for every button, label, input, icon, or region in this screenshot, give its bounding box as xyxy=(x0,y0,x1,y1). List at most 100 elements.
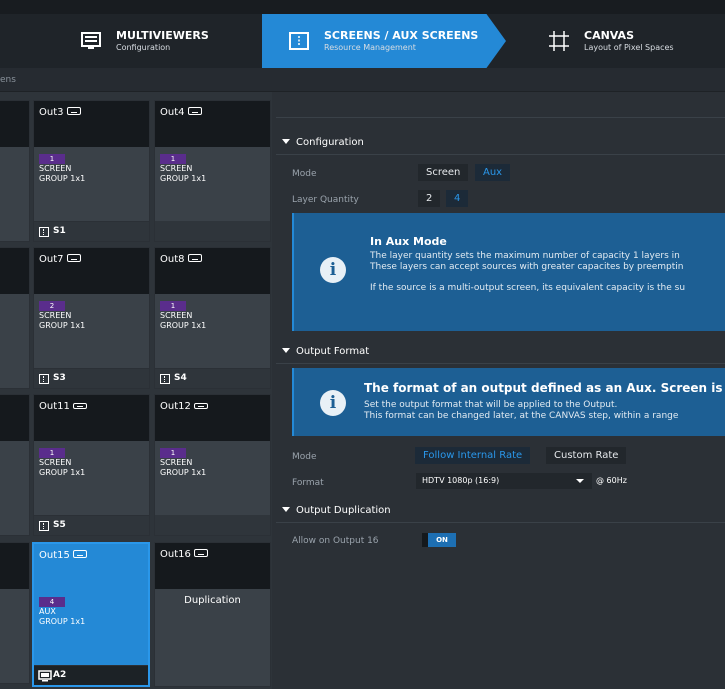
output-name: Out12 xyxy=(160,401,208,412)
layer-count-badge: 1 xyxy=(160,448,186,458)
info-icon: i xyxy=(320,257,346,283)
monitor-icon xyxy=(193,549,208,557)
aux-label: A2 xyxy=(53,670,67,680)
output-tile-partial[interactable] xyxy=(0,394,30,536)
tile-head xyxy=(0,101,29,147)
output-tile-out12[interactable]: Out12 1 SCREEN GROUP 1x1 xyxy=(154,394,271,536)
tile-head: Out12 xyxy=(155,395,270,441)
output-tile-out4[interactable]: Out4 1 SCREEN GROUP 1x1 xyxy=(154,100,271,242)
monitor-icon xyxy=(193,403,208,409)
output-tile-out7[interactable]: Out7 2 SCREEN GROUP 1x1 S3 xyxy=(33,247,150,389)
caret-down-icon xyxy=(282,139,290,144)
layer-count-badge: 1 xyxy=(160,154,186,164)
panel-topbar xyxy=(276,98,725,118)
divider xyxy=(276,363,725,364)
output-name: Out15 xyxy=(39,550,87,561)
nav-multiviewers[interactable]: MULTIVIEWERS Configuration xyxy=(80,14,260,68)
tile-footer xyxy=(155,515,270,535)
tile-kind: SCREEN GROUP 1x1 xyxy=(160,164,207,183)
output-name: Out16 xyxy=(160,549,208,560)
output-tile-out8[interactable]: Out8 1 SCREEN GROUP 1x1 S4 xyxy=(154,247,271,389)
config-panel: Configuration Mode Screen Aux Layer Quan… xyxy=(272,92,725,689)
caret-down-icon xyxy=(282,348,290,353)
divider xyxy=(276,522,725,523)
allow-duplication-toggle[interactable]: ON xyxy=(422,533,456,547)
output-name: Out4 xyxy=(160,107,202,118)
layer-quantity-2-option[interactable]: 2 xyxy=(418,190,441,207)
tile-kind: SCREEN GROUP 1x1 xyxy=(160,311,207,330)
aux-monitor-icon xyxy=(38,670,52,682)
monitor-icon xyxy=(187,254,202,262)
output-mode-label: Mode xyxy=(292,452,317,462)
layer-count-badge: 1 xyxy=(160,301,186,311)
mode-label: Mode xyxy=(292,169,317,179)
tile-footer: S4 xyxy=(155,368,270,388)
info-icon: i xyxy=(320,390,346,416)
output-tile-out3[interactable]: Out3 1 SCREEN GROUP 1x1 S1 xyxy=(33,100,150,242)
output-name: Out11 xyxy=(39,401,87,412)
allow-duplication-label: Allow on Output 16 xyxy=(292,536,379,546)
output-tile-out16[interactable]: Out16 Duplication xyxy=(154,542,271,687)
monitor-icon xyxy=(66,254,81,262)
screen-icon xyxy=(160,374,170,384)
tile-footer: S5 xyxy=(34,515,149,535)
breadcrumb: ens xyxy=(0,68,725,92)
tile-head xyxy=(0,248,29,294)
monitor-icon xyxy=(81,32,101,49)
section-configuration[interactable]: Configuration xyxy=(282,137,364,148)
info-title: In Aux Mode xyxy=(370,235,447,248)
nav-screens-title: SCREENS / AUX SCREENS xyxy=(324,28,479,42)
tile-kind: SCREEN GROUP 1x1 xyxy=(39,311,86,330)
screen-label: S4 xyxy=(174,373,187,383)
top-strip xyxy=(0,0,725,14)
info-text: These layers can accept sources with gre… xyxy=(370,262,684,272)
layer-count-badge: 1 xyxy=(39,154,65,164)
output-name: Out3 xyxy=(39,107,81,118)
output-tile-partial[interactable] xyxy=(0,247,30,389)
nav-canvas-title: CANVAS xyxy=(584,28,634,42)
tile-footer: S3 xyxy=(34,368,149,388)
tile-footer: A2 xyxy=(34,665,148,685)
layer-quantity-label: Layer Quantity xyxy=(292,195,359,205)
tile-head: Out4 xyxy=(155,101,270,147)
follow-internal-rate-option[interactable]: Follow Internal Rate xyxy=(415,447,531,464)
mode-screen-option[interactable]: Screen xyxy=(418,164,469,181)
monitor-icon xyxy=(187,107,202,115)
format-label: Format xyxy=(292,478,324,488)
nav-screens-subtitle: Resource Management xyxy=(324,42,416,52)
screen-icon xyxy=(39,227,49,237)
output-tile-partial[interactable] xyxy=(0,100,30,242)
tile-head xyxy=(0,395,29,441)
output-tile-partial[interactable] xyxy=(0,542,30,684)
layer-quantity-4-option[interactable]: 4 xyxy=(446,190,469,207)
custom-rate-option[interactable]: Custom Rate xyxy=(546,447,627,464)
top-navigation: MULTIVIEWERS Configuration SCREENS / AUX… xyxy=(0,0,725,68)
nav-canvas-subtitle: Layout of Pixel Spaces xyxy=(584,42,674,52)
caret-down-icon xyxy=(282,507,290,512)
section-output-duplication[interactable]: Output Duplication xyxy=(282,505,391,516)
output-name: Out7 xyxy=(39,254,81,265)
tile-kind: AUX GROUP 1x1 xyxy=(39,607,86,626)
tile-footer xyxy=(155,221,270,241)
tile-footer: S1 xyxy=(34,221,149,241)
nav-multiviewers-title: MULTIVIEWERS xyxy=(116,28,209,42)
tile-head: Out11 xyxy=(34,395,149,441)
section-output-format[interactable]: Output Format xyxy=(282,346,369,357)
format-select[interactable]: HDTV 1080p (16:9) xyxy=(416,473,592,489)
breadcrumb-text: ens xyxy=(0,75,16,85)
info-text: This format can be changed later, at the… xyxy=(364,411,679,421)
tile-head: Out3 xyxy=(34,101,149,147)
layer-count-badge: 2 xyxy=(39,301,65,311)
mode-aux-option[interactable]: Aux xyxy=(475,164,511,181)
chevron-down-icon xyxy=(576,479,584,483)
tile-kind: SCREEN GROUP 1x1 xyxy=(160,458,207,477)
aux-mode-info-box: i In Aux Mode The layer quantity sets th… xyxy=(292,213,725,331)
nav-canvas[interactable]: CANVAS Layout of Pixel Spaces xyxy=(548,14,725,68)
duplication-label: Duplication xyxy=(184,595,241,606)
nav-screens-aux[interactable]: SCREENS / AUX SCREENS Resource Managemen… xyxy=(262,14,506,68)
output-tile-out11[interactable]: Out11 1 SCREEN GROUP 1x1 S5 xyxy=(33,394,150,536)
tile-kind: SCREEN GROUP 1x1 xyxy=(39,458,86,477)
tile-head: Out16 xyxy=(155,543,270,589)
monitor-icon xyxy=(66,107,81,115)
output-tile-out15[interactable]: Out15 4 AUX GROUP 1x1 A2 xyxy=(32,542,150,687)
